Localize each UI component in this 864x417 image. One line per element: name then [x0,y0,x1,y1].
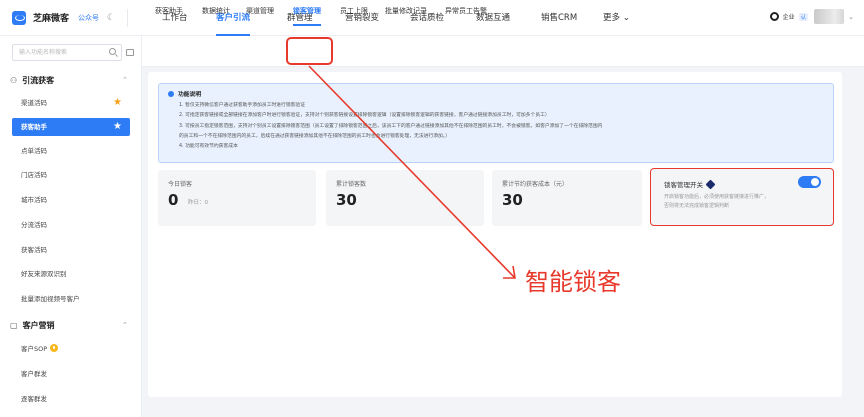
diamond-icon [705,179,716,189]
info-icon [168,90,174,97]
nav-more[interactable]: 更多 ⌄ [603,0,630,36]
sop-badge-icon [50,344,59,352]
stat-value: 30 [336,191,357,209]
stat-value: 30 [502,191,523,209]
stat-value: 0 [168,191,179,209]
sidebar-group-label: 引流获客 [22,76,55,85]
stat-card-savings: 累计节约获客成本（元） 30 [492,170,642,226]
calendar-icon: ▢ [10,321,18,330]
sidebar-group-lead-gen[interactable]: ⚇ 引流获客 [10,75,54,86]
lock-switch-title: 锁客管理开关 [664,181,703,189]
info-notice: 功能说明 1. 暂仅支持微信客户通过获客助手添加员工时进行锁客验证 2. 可指定… [158,83,834,163]
info-line: 1. 暂仅支持微信客户通过获客助手添加员工时进行锁客验证 [179,103,306,108]
sidebar-item-label: 分流活码 [21,221,47,229]
info-line: 3. 可按员工指定锁客范围，支持对个别员工设置排除锁客范围（员工设置了排除锁客范… [179,124,603,129]
sidebar-item-split-code[interactable]: 分流活码 [12,216,130,234]
stat-label: 累计锁客数 [336,181,367,188]
sidebar-item-video-customers[interactable]: 批量添加视频号客户 [12,290,130,308]
tab-abnormal-staff-alert[interactable]: 异常员工告警 [445,0,487,31]
stat-label: 今日锁客 [168,181,193,188]
stat-sub: 昨日：0 [188,200,208,206]
account-status-icon [769,12,779,21]
sidebar-item-label: 客户群发 [21,370,47,378]
tab-data-stats[interactable]: 数据统计 [202,0,230,31]
chevron-down-icon: ⌄ [622,13,630,23]
search-input[interactable]: 输入功能名称搜索 [12,44,122,61]
stat-card-total: 累计锁客数 30 [326,170,484,226]
avatar[interactable] [814,9,845,24]
official-account-link[interactable]: 公众号 [78,13,99,23]
brand-name: 芝麻微客 [33,14,70,24]
person-icon: ⚇ [10,76,18,85]
sidebar-item-label: 逐客群发 [21,395,47,403]
tab-lock-management[interactable]: 锁客管理 [293,0,321,31]
star-icon[interactable]: ★ [113,94,122,112]
sidebar-item-label: 获客活码 [21,246,47,254]
verified-badge: 认 [798,12,809,21]
sidebar-item-label: 好友来源双识别 [21,270,67,278]
info-line: 的员工和一个不在排除范围内的员工，后续在通过获客链接添加其他不在排除范围的员工时… [179,134,451,139]
lock-desc: 开启锁客功能后，必须使用获客链接进行推广， [664,194,770,200]
sidebar-item-store-code[interactable]: 门店活码 [12,166,130,184]
lock-switch-label: 锁客管理开关 [664,179,716,189]
sidebar-item-label: 批量添加视频号客户 [21,295,80,303]
sidebar-item-order-code[interactable]: 点单活码 [12,142,130,160]
tab-staff-limit[interactable]: 员工上限 [340,0,368,31]
stat-card-today: 今日锁客 0 昨日：0 [158,170,316,226]
sidebar-item-friend-source[interactable]: 好友来源双识别 [12,265,130,283]
info-line: 4. 功能可有效节约获客成本 [179,144,238,149]
info-title: 功能说明 [168,89,201,98]
sidebar-item-customer-broadcast[interactable]: 客户群发 [12,365,130,383]
sidebar-item-customer-sop[interactable]: 客户SOP [12,340,130,358]
theme-toggle-icon[interactable]: ☾ [107,13,115,23]
account-label: 企业 [782,14,795,21]
chevron-down-icon[interactable]: ⌄ [848,13,854,21]
sidebar-item-label: 渠道活码 [21,99,47,107]
lock-toggle-switch[interactable] [798,176,821,188]
stat-label: 累计节约获客成本（元） [502,181,569,188]
chevron-up-icon[interactable]: ⌃ [122,76,128,84]
sidebar-group-label: 客户营销 [22,321,55,330]
tab-highlight-box [286,37,333,65]
sidebar-item-acquisition-code[interactable]: 获客活码 [12,241,130,259]
account-area[interactable]: 企业 认 ⌄ [769,9,854,24]
tab-batch-edit-log[interactable]: 批量修改记录 [385,0,427,31]
sidebar-item-acquisition-assistant[interactable]: 获客助手 ★ [12,118,130,136]
lock-switch-card: 锁客管理开关 开启锁客功能后，必须使用获客链接进行推广， 否则将无法完成锁客逻辑… [650,168,834,226]
sidebar-item-city-code[interactable]: 城市活码 [12,191,130,209]
app-logo-icon [12,10,26,25]
sidebar-item-channel-code[interactable]: 渠道活码 ★ [12,94,130,112]
chevron-up-icon[interactable]: ⌃ [122,321,128,329]
collapse-sidebar-icon[interactable] [126,49,134,56]
divider [127,8,129,27]
star-icon[interactable]: ★ [113,118,122,136]
sidebar-item-label: 客户SOP [21,345,48,353]
sidebar-item-label: 点单活码 [21,147,47,155]
search-placeholder: 输入功能名称搜索 [19,49,68,56]
sidebar-group-customer-marketing[interactable]: ▢ 客户营销 [10,320,55,331]
info-line: 2. 可指定获客链接或全部链接在添加客户时进行锁客验证，支持对个别获客链接设置排… [179,113,550,118]
annotation-label: 智能锁客 [525,268,621,296]
sidebar-item-group-broadcast[interactable]: 逐客群发 [12,390,130,408]
info-title-text: 功能说明 [178,92,202,98]
nav-sales-crm[interactable]: 销售CRM [541,0,577,36]
tab-channel-management[interactable]: 渠道管理 [246,0,274,31]
sidebar: 输入功能名称搜索 ⚇ 引流获客 ⌃ 渠道活码 ★ 获客助手 ★ 点单活码 门店活… [0,36,142,417]
sidebar-item-label: 获客助手 [21,123,47,131]
tab-acquisition-assistant[interactable]: 获客助手 [155,0,183,31]
subtab-bar [142,36,864,67]
sidebar-item-label: 门店活码 [21,171,47,179]
lock-desc: 否则将无法完成锁客逻辑判断 [664,203,730,209]
search-icon[interactable] [109,48,116,55]
sidebar-item-label: 城市活码 [21,196,47,204]
nav-more-label: 更多 [603,13,621,23]
